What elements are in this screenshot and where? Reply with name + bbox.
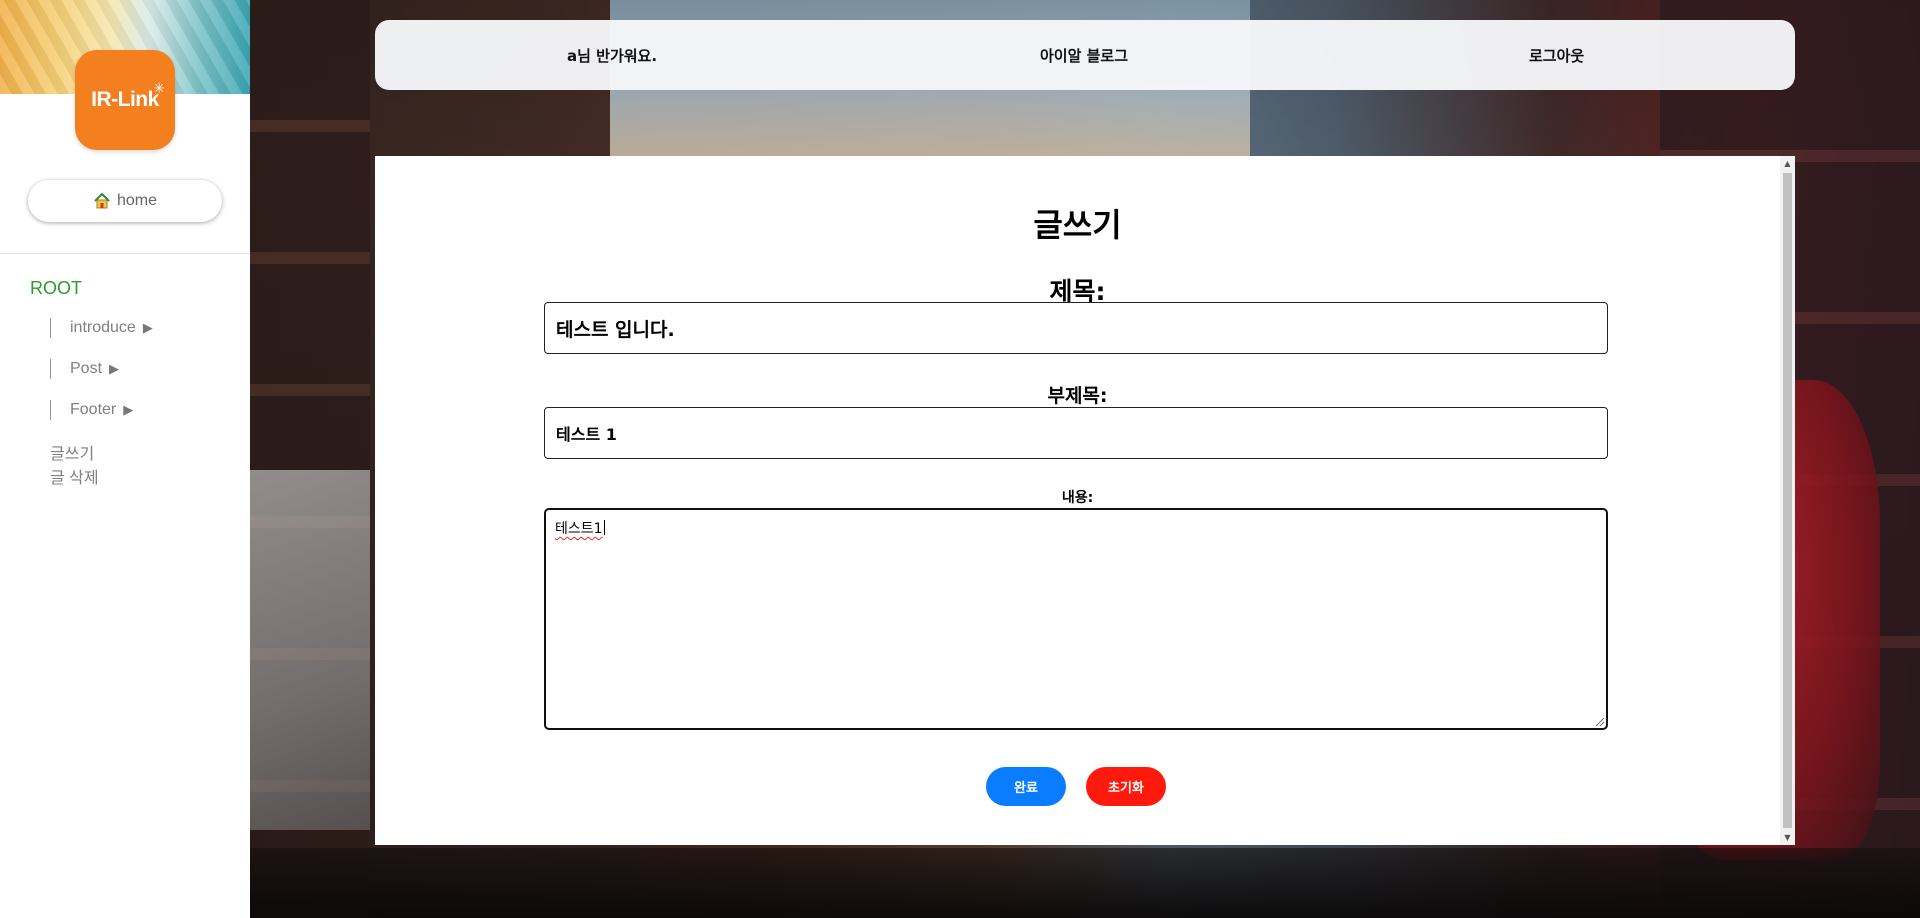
sidebar-link-delete[interactable]: 글 삭제 [50,464,99,488]
triangle-right-icon: ▶ [123,402,134,417]
write-form-card: 글쓰기 제목: 테스트 입니다. 부제목: 테스트 1 내용: 테스트1 완료 … [375,156,1795,845]
submit-button[interactable]: 완료 [986,767,1066,806]
sidebar-item-label: Footer [70,401,117,418]
home-button-label: home [116,192,158,209]
nav-tree-line [50,400,51,420]
title-input[interactable]: 테스트 입니다. [544,302,1608,354]
content-textarea[interactable]: 테스트1 [544,508,1608,730]
title-input-value: 테스트 입니다. [556,318,675,341]
scrollbar-thumb[interactable] [1783,173,1792,828]
sidebar-item-introduce[interactable]: introduce ▶ [50,316,153,340]
home-button[interactable]: home [28,180,222,222]
home-icon [94,192,110,209]
nav-tree-line [50,318,51,338]
sidebar-item-footer[interactable]: Footer ▶ [50,398,133,422]
nav-tree-line [50,359,51,379]
content-label: 내용: [1061,490,1094,506]
subtitle-input-value: 테스트 1 [556,425,617,444]
sidebar-item-post[interactable]: Post ▶ [50,357,119,381]
background-floor [250,848,1920,918]
sidebar-divider [0,253,250,254]
content-textarea-value: 테스트1 [555,521,603,537]
triangle-right-icon: ▶ [142,320,153,335]
scroll-up-arrow-icon[interactable]: ▲ [1780,156,1795,171]
sidebar-item-label: Post [70,360,103,377]
sidebar: IR-Link ✳ home ROOT introduce ▶ Post ▶ F… [0,0,250,918]
blog-title-link[interactable]: 아이알 블로그 [1040,20,1128,90]
vertical-scrollbar[interactable]: ▲ ▼ [1780,156,1795,845]
sidebar-link-write[interactable]: 글쓰기 [50,440,94,464]
logout-link[interactable]: 로그아웃 [1529,20,1584,90]
nav-root[interactable]: ROOT [30,278,82,299]
text-caret [603,520,605,535]
resize-handle-icon[interactable] [1596,718,1604,726]
scroll-down-arrow-icon[interactable]: ▼ [1780,830,1795,845]
reset-button[interactable]: 초기화 [1086,767,1166,806]
top-header: a님 반가워요. 아이알 블로그 로그아웃 [375,20,1795,90]
background-laptop [250,470,370,830]
sparkle-icon: ✳ [153,81,165,97]
subtitle-input[interactable]: 테스트 1 [544,407,1608,459]
subtitle-label: 부제목: [1047,385,1108,407]
triangle-right-icon: ▶ [109,361,120,376]
sidebar-item-label: introduce [70,319,136,336]
page-title: 글쓰기 [1033,206,1122,244]
logo-text: IR-Link [91,88,159,111]
greeting-text: a님 반가워요. [567,46,658,65]
logo[interactable]: IR-Link ✳ [75,50,175,150]
